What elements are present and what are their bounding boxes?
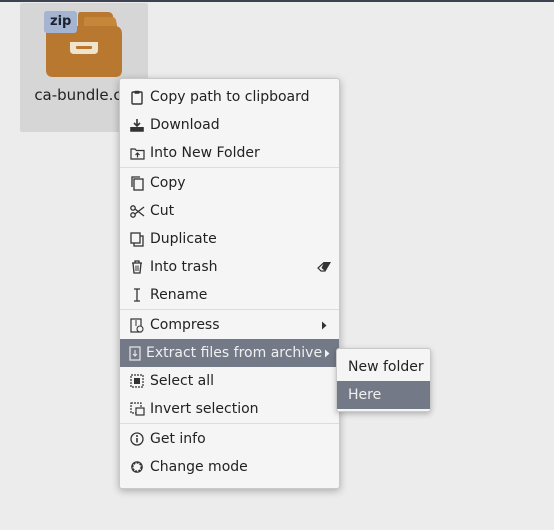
menu-label: Into trash	[150, 259, 218, 275]
submenu-item-new-folder[interactable]: New folder	[337, 353, 430, 381]
menu-item-compress[interactable]: Compress	[120, 311, 339, 339]
context-menu: Copy path to clipboard Download Into New…	[119, 78, 340, 489]
menu-label: Cut	[150, 203, 175, 219]
menu-item-extract-files[interactable]: Extract files from archive	[120, 339, 339, 367]
menu-item-cut[interactable]: Cut	[120, 197, 339, 225]
menu-label: Compress	[150, 317, 220, 333]
menu-item-download[interactable]: Download	[120, 111, 339, 139]
menu-label: Extract files from archive	[146, 345, 323, 361]
text-cursor-icon	[129, 287, 145, 303]
menu-item-copy[interactable]: Copy	[120, 169, 339, 197]
info-icon	[129, 431, 145, 447]
chevron-right-icon	[322, 346, 331, 360]
menu-label: Rename	[150, 287, 208, 303]
extract-submenu: New folder Here	[336, 348, 431, 412]
folder-into-icon	[129, 145, 145, 161]
menu-label: Duplicate	[150, 231, 217, 247]
menu-item-invert-selection[interactable]: Invert selection	[120, 395, 339, 424]
menu-label: Into New Folder	[150, 145, 260, 161]
clipboard-icon	[129, 89, 145, 105]
select-all-icon	[129, 373, 145, 389]
gear-icon	[129, 459, 145, 475]
menu-item-get-info[interactable]: Get info	[120, 425, 339, 453]
menu-item-duplicate[interactable]: Duplicate	[120, 225, 339, 253]
menu-label: Copy	[150, 175, 186, 191]
extract-icon	[129, 345, 141, 361]
chevron-right-icon	[317, 318, 331, 332]
menu-item-into-trash[interactable]: Into trash	[120, 253, 339, 281]
zip-badge: zip	[44, 11, 78, 33]
menu-label: Get info	[150, 431, 206, 447]
menu-label: Download	[150, 117, 220, 133]
scissors-icon	[129, 203, 145, 219]
trash-icon	[129, 259, 145, 275]
invert-selection-icon	[129, 401, 145, 417]
menu-item-copy-path[interactable]: Copy path to clipboard	[120, 83, 339, 111]
eraser-icon	[317, 260, 331, 274]
menu-label: Invert selection	[150, 401, 259, 417]
download-icon	[129, 117, 145, 133]
submenu-item-here[interactable]: Here	[337, 381, 430, 409]
menu-item-select-all[interactable]: Select all	[120, 367, 339, 395]
menu-label: Change mode	[150, 459, 248, 475]
duplicate-icon	[129, 231, 145, 247]
copy-icon	[129, 175, 145, 191]
menu-label: Copy path to clipboard	[150, 89, 310, 105]
menu-item-change-mode[interactable]: Change mode	[120, 453, 339, 481]
compress-icon	[129, 317, 145, 333]
menu-item-into-new-folder[interactable]: Into New Folder	[120, 139, 339, 168]
window-top-border	[0, 0, 554, 2]
menu-item-rename[interactable]: Rename	[120, 281, 339, 310]
menu-label: Select all	[150, 373, 214, 389]
